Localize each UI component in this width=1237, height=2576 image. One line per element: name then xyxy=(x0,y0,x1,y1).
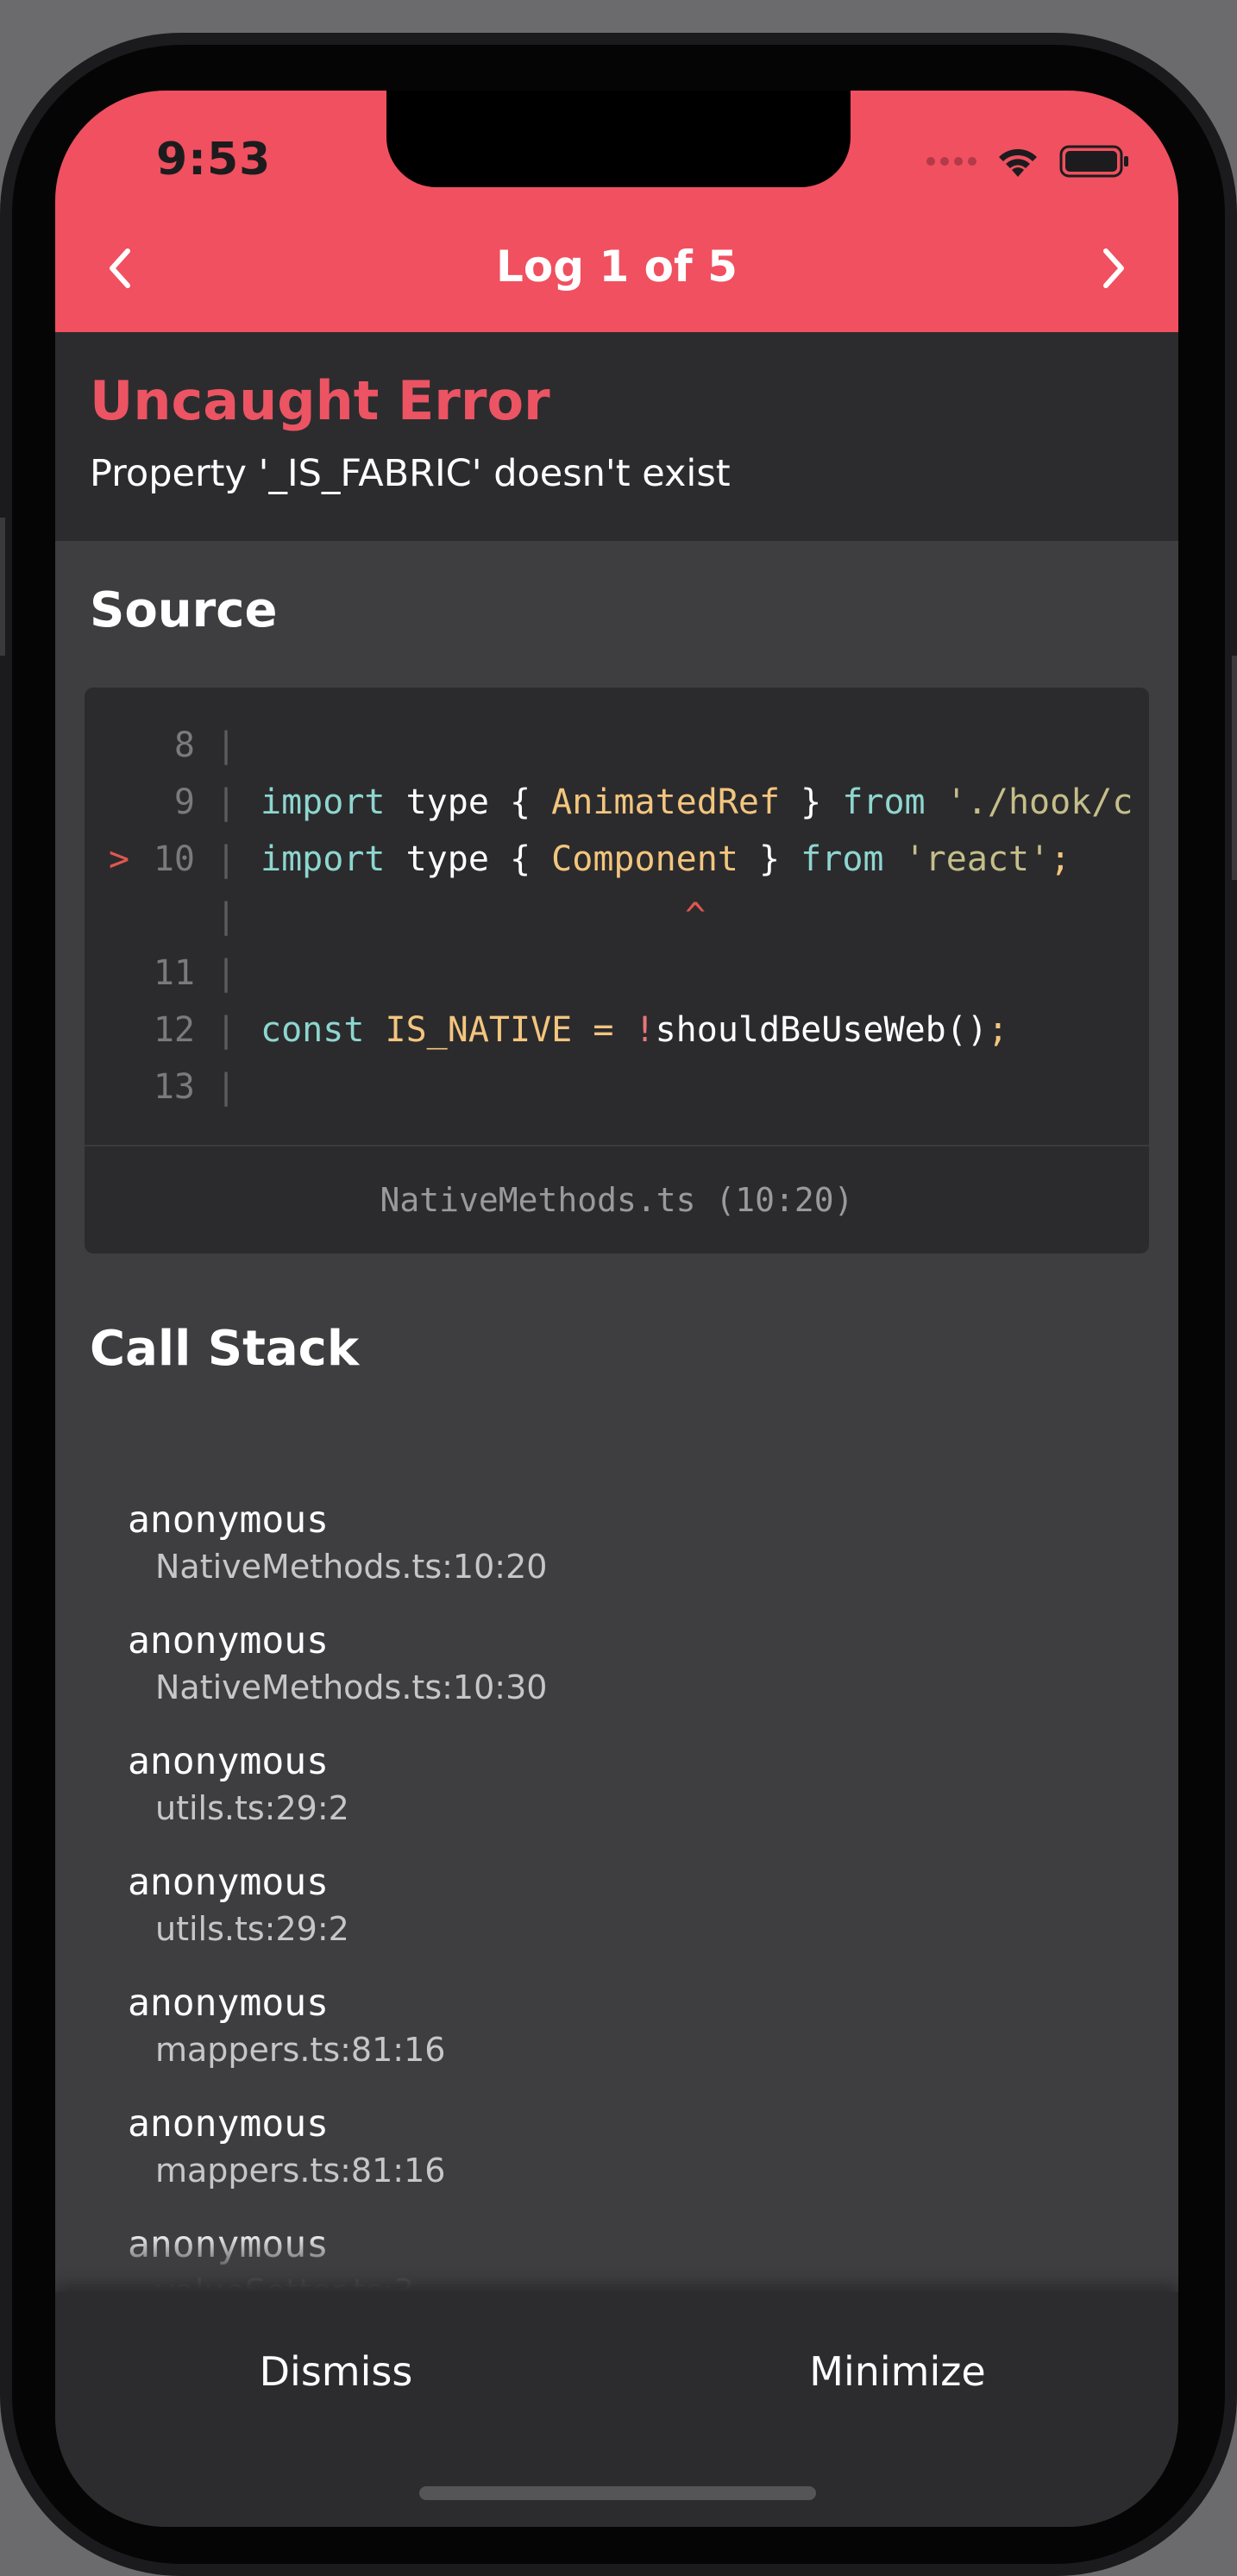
wifi-icon xyxy=(999,148,1037,177)
source-title: Source xyxy=(90,582,278,638)
code-text: import type { AnimatedRef } from './hook… xyxy=(261,774,1133,831)
code-line: 13 | xyxy=(85,1059,1149,1115)
code-token: } xyxy=(780,782,843,822)
code-token: } xyxy=(738,839,801,879)
error-caret: ^ xyxy=(685,896,706,936)
stack-frame-location: mappers.ts:81:16 xyxy=(155,2152,446,2190)
stack-frame-name: anonymous xyxy=(128,1619,329,1662)
line-number: 9 xyxy=(173,782,195,822)
gutter-separator: | xyxy=(216,782,237,822)
code-token: ! xyxy=(613,1010,656,1050)
line-number: 8 xyxy=(173,726,195,765)
code-line: 9 | import type { AnimatedRef } from './ho… xyxy=(85,774,1149,831)
dismiss-button[interactable]: Dismiss xyxy=(55,2337,617,2406)
code-line: 12 | const IS_NATIVE = !shouldBeUseWeb(); xyxy=(85,1002,1149,1059)
code-line: | ^ xyxy=(85,888,1149,945)
gutter-separator: | xyxy=(216,896,237,936)
log-title: Log 1 of 5 xyxy=(496,242,738,292)
code-token: shouldBeUseWeb() xyxy=(655,1010,988,1050)
code-text: import type { Component } from 'react'; xyxy=(261,831,1071,888)
screen: 9:53 Log 1 of 5 Uncaught Error Property … xyxy=(55,91,1178,2527)
gutter-separator: | xyxy=(216,1010,237,1050)
stack-frame-name: anonymous xyxy=(128,2102,329,2146)
stack-frame[interactable]: anonymous utils.ts:29:2 xyxy=(128,1736,1077,1857)
chevron-right-icon[interactable] xyxy=(1092,244,1133,292)
code-line: 8 | xyxy=(85,717,1149,774)
code-token: Component xyxy=(551,839,738,879)
line-number: 13 xyxy=(153,1067,195,1107)
code-line: >10 | import type { Component } from 'reac… xyxy=(85,831,1149,888)
error-title: Uncaught Error xyxy=(90,369,550,432)
log-body[interactable]: Source 8 | 9 | import type { AnimatedRef } f… xyxy=(55,541,1178,2387)
stack-frame-name: anonymous xyxy=(128,1740,329,1783)
side-button-right xyxy=(1232,656,1237,880)
stack-frame-location: NativeMethods.ts:10:20 xyxy=(155,1548,548,1586)
line-number: 11 xyxy=(153,953,195,993)
notch xyxy=(386,91,851,187)
code-token: 'react' xyxy=(883,839,1051,879)
code-text: const IS_NATIVE = !shouldBeUseWeb(); xyxy=(261,1002,1008,1059)
gutter-separator: | xyxy=(216,1067,237,1107)
status-icons xyxy=(926,144,1130,179)
code-token: from xyxy=(801,839,884,879)
scroll-fade xyxy=(55,2232,1178,2292)
code-file-location: NativeMethods.ts (10:20) xyxy=(85,1145,1149,1253)
stack-frame-name: anonymous xyxy=(128,1982,329,2025)
stack-frame-location: utils.ts:29:2 xyxy=(155,1789,349,1827)
code-token: type { xyxy=(385,839,552,879)
home-indicator xyxy=(419,2486,816,2500)
code-line: 11 | xyxy=(85,945,1149,1002)
stack-frame-location: NativeMethods.ts:10:30 xyxy=(155,1668,548,1706)
code-token: const xyxy=(261,1010,365,1050)
stack-frame-location: utils.ts:29:2 xyxy=(155,1910,349,1948)
code-token: import xyxy=(261,839,386,879)
gutter-separator: | xyxy=(216,726,237,765)
code-token: type { xyxy=(385,782,552,822)
code-token: ; xyxy=(987,1010,1008,1050)
stack-frame[interactable]: anonymous NativeMethods.ts:10:20 xyxy=(128,1494,1077,1615)
call-stack-title: Call Stack xyxy=(90,1321,360,1377)
code-token: ; xyxy=(1050,839,1071,879)
stack-frame[interactable]: anonymous NativeMethods.ts:10:30 xyxy=(128,1615,1077,1736)
code-frame[interactable]: 8 | 9 | import type { AnimatedRef } from './… xyxy=(85,688,1149,1253)
error-summary: Uncaught Error Property '_IS_FABRIC' doe… xyxy=(55,332,1178,541)
code-token: from xyxy=(842,782,926,822)
battery-icon xyxy=(1059,145,1128,178)
stack-frame[interactable]: anonymous utils.ts:29:2 xyxy=(128,1857,1077,1977)
stack-frame-location: mappers.ts:81:16 xyxy=(155,2031,446,2069)
stack-frame-name: anonymous xyxy=(128,1861,329,1904)
code-token: IS_NATIVE xyxy=(364,1010,593,1050)
line-number: 10 xyxy=(153,839,195,879)
gutter-separator: | xyxy=(216,839,237,879)
cellular-signal-icon xyxy=(926,157,976,166)
minimize-button[interactable]: Minimize xyxy=(617,2337,1178,2406)
stack-frame-name: anonymous xyxy=(128,1498,329,1542)
code-token: AnimatedRef xyxy=(551,782,781,822)
code-token: './hook/c xyxy=(925,782,1133,822)
code-token: = xyxy=(593,1010,614,1050)
code-token: import xyxy=(261,782,386,822)
stack-frame[interactable]: anonymous mappers.ts:81:16 xyxy=(128,1977,1077,2098)
gutter-separator: | xyxy=(216,953,237,993)
stack-frame[interactable]: anonymous mappers.ts:81:16 xyxy=(128,2098,1077,2219)
side-button-left xyxy=(0,518,5,656)
error-message: Property '_IS_FABRIC' doesn't exist xyxy=(90,452,731,495)
line-number: 12 xyxy=(153,1010,195,1050)
status-time: 9:53 xyxy=(156,134,272,185)
